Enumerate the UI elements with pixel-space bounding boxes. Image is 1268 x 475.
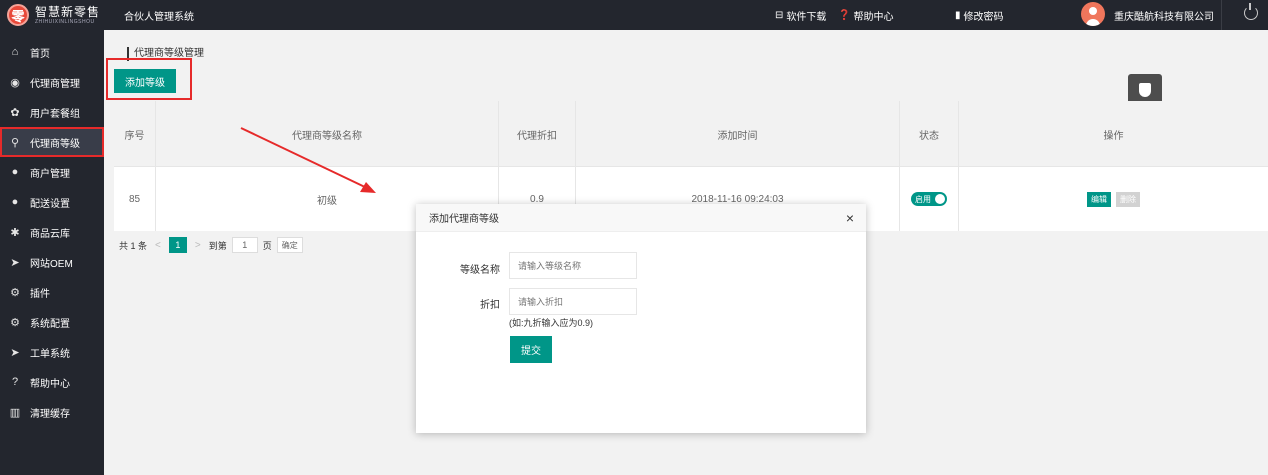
config-icon: ⚙ bbox=[10, 316, 20, 329]
agent-icon: ◉ bbox=[10, 76, 20, 89]
sidebar-item-label: 工单系统 bbox=[30, 348, 70, 360]
sidebar-item-package[interactable]: ✿ 用户套餐组 bbox=[0, 97, 104, 127]
edit-button[interactable]: 编辑 bbox=[1087, 191, 1111, 207]
pagination: 共 1 条 < 1 > 到第 1 页 确定 bbox=[119, 237, 303, 253]
company-name[interactable]: 重庆酷航科技有限公司 bbox=[1114, 8, 1214, 23]
logo-subtitle: ZHIHUIXINLINGSHOU bbox=[35, 18, 95, 25]
avatar[interactable] bbox=[1081, 2, 1105, 26]
sidebar-item-label: 用户套餐组 bbox=[30, 108, 80, 120]
sidebar-item-agent[interactable]: ◉ 代理商管理 bbox=[0, 67, 104, 97]
header-time: 添加时间 bbox=[576, 101, 900, 167]
next-page-icon[interactable]: > bbox=[195, 240, 201, 251]
level-icon: ⚲ bbox=[10, 136, 20, 149]
sidebar-item-delivery[interactable]: ● 配送设置 bbox=[0, 187, 104, 217]
delivery-icon: ● bbox=[11, 196, 19, 208]
sidebar-item-label: 代理商等级 bbox=[30, 138, 80, 150]
help-center-link[interactable]: ❓ 帮助中心 bbox=[838, 8, 893, 23]
level-name-label: 等级名称 bbox=[460, 265, 500, 276]
sidebar-item-label: 商品云库 bbox=[30, 228, 70, 240]
highlight-box bbox=[106, 58, 192, 100]
sidebar: ⌂ 首页 ◉ 代理商管理 ✿ 用户套餐组 ⚲ 代理商等级 ● 商户管理 ● 配送设置 ✱ 商品云库 ➤ 网站O… bbox=[0, 30, 104, 475]
discount-input[interactable] bbox=[509, 288, 637, 315]
sidebar-item-website[interactable]: ➤ 网站OEM bbox=[0, 247, 104, 277]
sidebar-item-label: 清理缓存 bbox=[30, 408, 70, 420]
sidebar-item-label: 系统配置 bbox=[30, 318, 70, 330]
merchant-icon: ● bbox=[11, 166, 19, 178]
download-icon: ⊟ bbox=[775, 10, 784, 21]
sidebar-item-level[interactable]: ⚲ 代理商等级 bbox=[0, 127, 104, 157]
ticket-icon: ➤ bbox=[10, 346, 20, 359]
system-title: 合伙人管理系统 bbox=[124, 12, 194, 23]
sidebar-item-label: 网站OEM bbox=[30, 258, 73, 270]
sidebar-item-help[interactable]: ? 帮助中心 bbox=[0, 367, 104, 397]
lock-icon: ▮ bbox=[955, 10, 961, 21]
modal-title: 添加代理商等级 bbox=[429, 214, 499, 225]
software-download-link[interactable]: ⊟ 软件下载 bbox=[775, 8, 826, 23]
sidebar-item-plugin[interactable]: ⚙ 插件 bbox=[0, 277, 104, 307]
delete-button[interactable]: 删除 bbox=[1116, 191, 1140, 207]
help-icon: ? bbox=[11, 376, 19, 388]
divider bbox=[1221, 0, 1222, 30]
header-discount: 代理折扣 bbox=[499, 101, 576, 167]
sidebar-item-label: 商户管理 bbox=[30, 168, 70, 180]
power-icon[interactable] bbox=[1244, 3, 1258, 20]
sidebar-item-trash[interactable]: ▥ 清理缓存 bbox=[0, 397, 104, 427]
discount-label: 折扣 bbox=[480, 300, 500, 311]
sidebar-item-label: 代理商管理 bbox=[30, 78, 80, 90]
trash-icon: ▥ bbox=[9, 406, 21, 419]
discount-hint: (如:九折输入应为0.9) bbox=[509, 318, 594, 328]
website-icon: ➤ bbox=[10, 256, 20, 269]
status-toggle[interactable]: 启用 bbox=[911, 192, 947, 206]
logo-mark: 零 bbox=[7, 4, 29, 26]
sidebar-item-label: 插件 bbox=[30, 288, 50, 300]
sidebar-item-home[interactable]: ⌂ 首页 bbox=[0, 37, 104, 67]
help-icon: ❓ bbox=[838, 10, 851, 21]
top-bar: 零 智慧新零售 ZHIHUIXINLINGSHOU 合伙人管理系统 ⊟ 软件下载… bbox=[0, 0, 1268, 30]
goto-page-input[interactable]: 1 bbox=[231, 237, 258, 253]
level-name-input[interactable] bbox=[509, 252, 637, 279]
change-password-link[interactable]: ▮ 修改密码 bbox=[955, 8, 1004, 23]
goto-confirm-button[interactable]: 确定 bbox=[276, 237, 303, 253]
package-icon: ✿ bbox=[10, 106, 20, 119]
row-id: 85 bbox=[114, 167, 156, 231]
total-count: 共 1 条 bbox=[119, 240, 148, 251]
header-status: 状态 bbox=[900, 101, 959, 167]
plugin-icon: ⚙ bbox=[10, 286, 20, 299]
submit-button[interactable]: 提交 bbox=[510, 336, 552, 363]
sidebar-item-ticket[interactable]: ➤ 工单系统 bbox=[0, 337, 104, 367]
prev-page-icon[interactable]: < bbox=[155, 240, 161, 251]
page-label: 页 bbox=[262, 240, 272, 251]
add-level-modal: 添加代理商等级 × 等级名称 折扣 (如:九折输入应为0.9) 提交 bbox=[416, 204, 866, 433]
current-page[interactable]: 1 bbox=[168, 237, 187, 253]
sidebar-item-cloud[interactable]: ✱ 商品云库 bbox=[0, 217, 104, 247]
home-icon: ⌂ bbox=[11, 46, 19, 58]
header-id: 序号 bbox=[114, 101, 156, 167]
logo-title: 智慧新零售 bbox=[35, 4, 101, 19]
close-icon[interactable]: × bbox=[846, 210, 854, 226]
sidebar-item-label: 帮助中心 bbox=[30, 378, 70, 390]
cloud-icon: ✱ bbox=[10, 226, 20, 239]
sidebar-item-merchant[interactable]: ● 商户管理 bbox=[0, 157, 104, 187]
sidebar-item-label: 配送设置 bbox=[30, 198, 70, 210]
header-actions: 操作 bbox=[1103, 130, 1124, 142]
goto-label: 到第 bbox=[208, 240, 227, 251]
annotation-arrow bbox=[240, 127, 376, 193]
logo[interactable]: 零 智慧新零售 ZHIHUIXINLINGSHOU bbox=[0, 0, 104, 30]
sidebar-item-config[interactable]: ⚙ 系统配置 bbox=[0, 307, 104, 337]
sidebar-item-label: 首页 bbox=[30, 48, 50, 60]
